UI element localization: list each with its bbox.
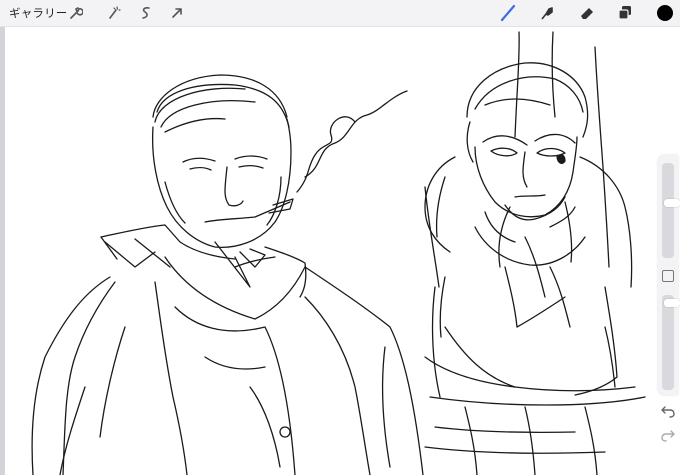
brush-size-slider[interactable]: [662, 163, 680, 258]
transform-arrow-icon[interactable]: [167, 3, 187, 23]
wrench-icon[interactable]: [66, 3, 86, 23]
undo-icon[interactable]: [660, 404, 676, 418]
smudge-icon[interactable]: [537, 3, 557, 23]
brush-icon[interactable]: [498, 3, 518, 23]
redo-icon[interactable]: [660, 428, 676, 442]
eraser-icon[interactable]: [577, 3, 597, 23]
brush-sidebar: [658, 155, 680, 395]
gallery-button[interactable]: ギャラリー: [9, 5, 68, 21]
magic-wand-icon[interactable]: [104, 3, 124, 23]
right-figure-sketch: [424, 31, 646, 475]
layers-icon[interactable]: [615, 3, 635, 23]
brush-size-thumb[interactable]: [664, 199, 680, 207]
left-figure-sketch: [31, 74, 424, 475]
drawing-canvas[interactable]: [5, 27, 680, 475]
selection-s-icon[interactable]: [136, 3, 156, 23]
opacity-slider[interactable]: [662, 295, 680, 390]
opacity-thumb[interactable]: [664, 299, 680, 307]
top-toolbar: ギャラリー: [0, 0, 680, 27]
color-swatch[interactable]: [655, 3, 675, 23]
modify-button[interactable]: [662, 270, 674, 282]
